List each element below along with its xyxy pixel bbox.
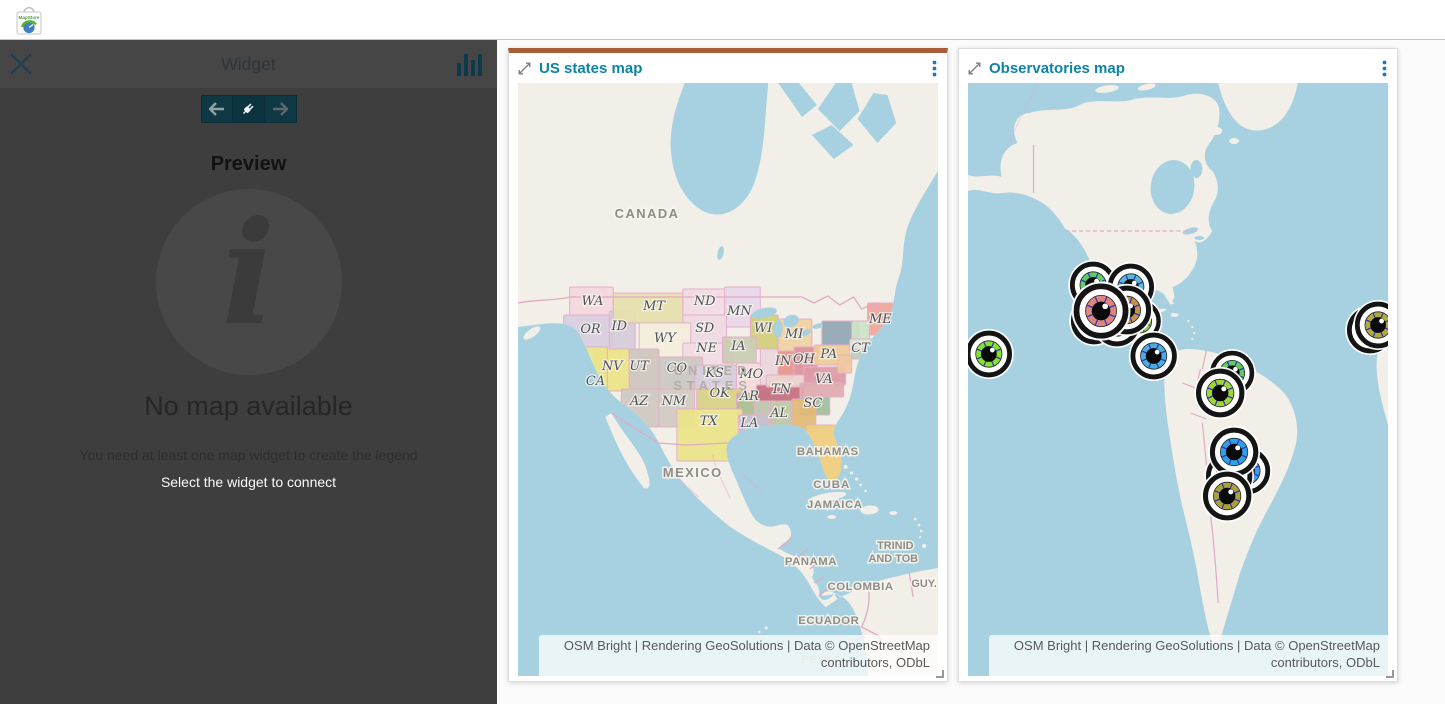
widget-card-us-states: US states map WA OR ID MT ND MN SD WI MI ME WY NE IA… [508, 48, 948, 682]
svg-text:WA: WA [582, 294, 604, 309]
observatories-map-canvas [968, 83, 1388, 676]
svg-text:WI: WI [754, 321, 773, 336]
svg-text:MEXICO: MEXICO [663, 465, 723, 480]
svg-text:SD: SD [695, 321, 715, 336]
svg-text:JAMAICA: JAMAICA [807, 499, 862, 511]
no-map-title: No map available [0, 391, 497, 422]
forward-button[interactable] [265, 95, 297, 123]
attribution-line1: OSM Bright | Rendering GeoSolutions | Da… [564, 638, 930, 653]
us-states-map[interactable]: WAORIDMTNDMNSDWIMIMEWYNEIANVUTCOKSMOINOH… [518, 83, 938, 676]
svg-text:NE: NE [695, 341, 717, 356]
svg-text:MI: MI [784, 327, 804, 342]
close-icon [8, 51, 34, 77]
observatory-marker[interactable] [1129, 331, 1179, 381]
svg-text:TX: TX [700, 414, 719, 429]
widget-card-observatories: Observatories map OSM Bright | Rendering… [958, 48, 1398, 682]
svg-text:PA: PA [819, 347, 837, 362]
svg-text:CT: CT [851, 341, 871, 356]
arrow-left-icon [209, 102, 225, 116]
svg-text:VA: VA [815, 372, 833, 387]
no-map-hint: You need at least one map widget to crea… [0, 447, 497, 463]
kebab-menu-button[interactable] [1382, 60, 1387, 77]
svg-text:COLOMBIA: COLOMBIA [828, 581, 894, 593]
svg-text:NV: NV [601, 359, 624, 374]
observatory-marker[interactable] [1208, 426, 1260, 478]
svg-text:OR: OR [580, 322, 601, 337]
svg-text:NM: NM [661, 394, 687, 409]
kebab-menu-icon [1382, 60, 1387, 77]
preview-heading: Preview [0, 153, 497, 176]
observatory-marker[interactable] [1072, 281, 1131, 340]
expand-icon [518, 62, 531, 75]
top-navbar: MapStore [0, 0, 1445, 40]
widget-title: Observatories map [989, 60, 1374, 77]
attribution-line2: contributors, ODbL [1271, 655, 1380, 670]
bar-chart-icon [455, 51, 483, 82]
svg-text:TRINID: TRINID [877, 540, 913, 552]
kebab-menu-button[interactable] [932, 60, 937, 77]
svg-text:MT: MT [642, 299, 666, 314]
widget-nav-buttons [0, 95, 497, 123]
expand-button[interactable] [968, 62, 981, 75]
widget-title: US states map [539, 60, 924, 77]
svg-text:UT: UT [629, 359, 650, 374]
widget-panel: Widget [0, 40, 497, 704]
expand-icon [968, 62, 981, 75]
widget-header: Observatories map [959, 53, 1397, 83]
select-widget-hint: Select the widget to connect [0, 474, 497, 490]
svg-text:CANADA: CANADA [615, 206, 680, 221]
svg-text:IN: IN [774, 354, 792, 369]
svg-text:SC: SC [804, 396, 823, 411]
svg-text:ID: ID [611, 319, 628, 334]
plug-icon [240, 101, 256, 117]
svg-text:CUBA: CUBA [813, 479, 850, 491]
close-panel-button[interactable] [6, 50, 36, 80]
observatory-marker[interactable] [1201, 470, 1253, 522]
attribution-line1: OSM Bright | Rendering GeoSolutions | Da… [1014, 638, 1380, 653]
info-icon: i [156, 189, 342, 375]
expand-button[interactable] [518, 62, 531, 75]
svg-text:CA: CA [586, 374, 605, 389]
svg-text:IA: IA [730, 339, 745, 354]
observatories-map[interactable]: OSM Bright | Rendering GeoSolutions | Da… [968, 83, 1388, 676]
map-attribution: OSM Bright | Rendering GeoSolutions | Da… [539, 635, 938, 676]
observatory-marker[interactable] [1194, 367, 1246, 419]
svg-text:AZ: AZ [629, 394, 649, 409]
us-map-canvas: WAORIDMTNDMNSDWIMIMEWYNEIANVUTCOKSMOINOH… [518, 83, 938, 676]
map-attribution: OSM Bright | Rendering GeoSolutions | Da… [989, 635, 1388, 676]
svg-text:MapStore: MapStore [19, 15, 40, 20]
svg-text:ND: ND [693, 294, 716, 309]
svg-text:OH: OH [793, 352, 816, 367]
svg-text:MN: MN [726, 304, 752, 319]
mapstore-logo[interactable]: MapStore [13, 3, 45, 37]
svg-text:STATES: STATES [673, 378, 752, 393]
attribution-line2: contributors, ODbL [821, 655, 930, 670]
svg-text:GUY.: GUY. [911, 578, 936, 590]
widget-header: US states map [509, 53, 947, 83]
svg-text:PANAMA: PANAMA [785, 556, 837, 568]
widget-panel-header: Widget [0, 40, 497, 88]
svg-text:UNITED: UNITED [674, 363, 752, 378]
svg-text:BAHAMAS: BAHAMAS [797, 446, 859, 458]
svg-text:AL: AL [769, 406, 788, 421]
panel-title: Widget [0, 40, 497, 88]
svg-text:WY: WY [654, 331, 677, 346]
kebab-menu-icon [932, 60, 937, 77]
svg-text:TN: TN [771, 382, 792, 397]
arrow-right-icon [272, 102, 288, 116]
svg-text:AND TOB: AND TOB [869, 553, 919, 565]
dashboard-area: US states map WA OR ID MT ND MN SD WI MI ME WY NE IA… [497, 40, 1445, 704]
svg-text:ME: ME [868, 312, 892, 327]
mapstore-logo-icon: MapStore [13, 3, 45, 37]
svg-text:LA: LA [739, 416, 758, 431]
back-button[interactable] [201, 95, 233, 123]
connect-button[interactable] [233, 95, 265, 123]
svg-text:ECUADOR: ECUADOR [798, 615, 859, 627]
